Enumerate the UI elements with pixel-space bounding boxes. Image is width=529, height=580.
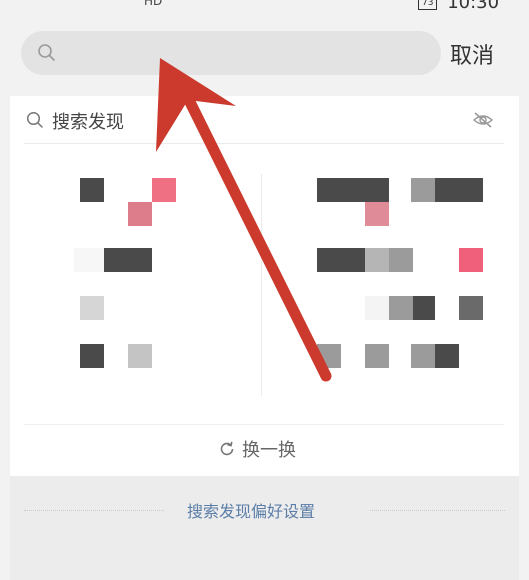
- trend-item-left-1[interactable]: [70, 174, 190, 226]
- pixelated-text: [104, 248, 152, 272]
- search-discover-card: 搜索发现 换一换: [10, 96, 519, 476]
- search-icon: [26, 111, 43, 128]
- signal-indicators: HD: [144, 0, 163, 8]
- discover-preferences-link[interactable]: 搜索发现偏好设置: [187, 498, 315, 522]
- trend-item-left-4[interactable]: [70, 340, 190, 370]
- pixelated-text: [317, 248, 365, 272]
- pixelated-text: [411, 178, 435, 202]
- discover-title: 搜索发现: [52, 112, 124, 133]
- pixelated-text: [365, 296, 389, 320]
- pixelated-text: [80, 296, 104, 320]
- header-divider: [24, 143, 504, 144]
- pixelated-text: [389, 296, 413, 320]
- column-divider: [261, 174, 262, 396]
- refresh-divider: [24, 424, 504, 425]
- search-icon: [38, 44, 55, 61]
- pixelated-text: [413, 296, 435, 320]
- status-bar: HD 73 10:30: [0, 0, 529, 22]
- pixelated-text: [365, 344, 389, 368]
- refresh-button[interactable]: 换一换: [218, 436, 296, 466]
- refresh-label: 换一换: [242, 440, 296, 461]
- trend-item-right-4[interactable]: [310, 340, 490, 370]
- search-input[interactable]: [67, 39, 431, 69]
- trend-item-left-3[interactable]: [70, 292, 190, 322]
- pixelated-text: [74, 248, 104, 272]
- pixelated-text: [389, 248, 413, 272]
- pixelated-text: [365, 202, 389, 226]
- search-bar-row: 取消: [0, 22, 529, 88]
- pixelated-text: [459, 296, 483, 320]
- trend-item-left-2[interactable]: [70, 244, 190, 274]
- pixelated-text: [365, 248, 389, 272]
- pixelated-text: [459, 248, 483, 272]
- refresh-icon: [220, 441, 234, 456]
- pixelated-text: [317, 344, 341, 368]
- clock: 10:30: [447, 0, 500, 13]
- pixelated-text: [411, 344, 435, 368]
- pixelated-text: [435, 178, 483, 202]
- trend-item-right-3[interactable]: [310, 292, 490, 322]
- pixelated-text: [80, 344, 104, 368]
- pixelated-text: [128, 344, 152, 368]
- dotted-divider-right: [370, 510, 505, 511]
- pixelated-text: [435, 344, 459, 368]
- pixelated-text: [317, 178, 389, 202]
- search-box[interactable]: [21, 31, 441, 75]
- settings-area: 搜索发现偏好设置: [10, 476, 519, 580]
- pixelated-text: [80, 178, 104, 202]
- cancel-button[interactable]: 取消: [450, 38, 494, 70]
- pixelated-text: [152, 178, 176, 202]
- hide-eye-icon[interactable]: [472, 111, 494, 129]
- status-right: 73 10:30: [418, 0, 499, 13]
- pixelated-text: [128, 202, 152, 226]
- trend-item-right-2[interactable]: [310, 244, 490, 274]
- dotted-divider-left: [24, 510, 164, 511]
- trend-item-right-1[interactable]: [310, 174, 490, 226]
- battery-icon: 73: [418, 0, 438, 10]
